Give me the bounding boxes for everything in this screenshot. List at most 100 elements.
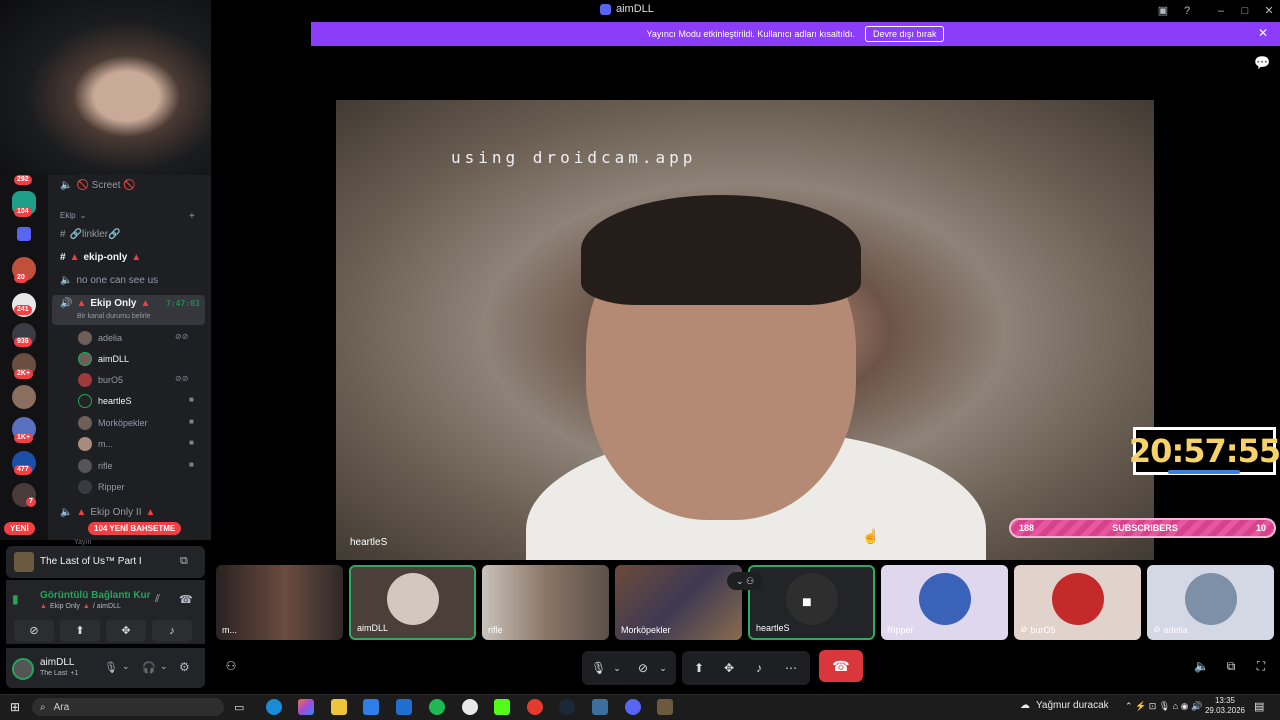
avatar[interactable] bbox=[12, 658, 34, 680]
chat-bubble-icon[interactable]: 💬 bbox=[1254, 55, 1270, 71]
video-overlay-text: using droidcam.app bbox=[451, 148, 697, 167]
activities-button[interactable]: ✥ bbox=[106, 620, 146, 642]
voice-user[interactable]: Morköpekler bbox=[78, 416, 148, 430]
chevron-down-icon[interactable]: ⌄ bbox=[656, 661, 670, 675]
system-tray-icons[interactable]: ⌃ ⚡ ⊡ 🎙 ⌂ ◉ 🔊 bbox=[1125, 701, 1202, 712]
participant-tile[interactable]: Morköpekler bbox=[615, 565, 742, 640]
microphone-icon[interactable]: 🎙 bbox=[104, 661, 118, 674]
participant-tile[interactable]: ⊘ burO5 bbox=[1014, 565, 1141, 640]
hand-cursor-icon: ☝ bbox=[862, 528, 880, 544]
participant-tile[interactable]: m... bbox=[216, 565, 343, 640]
microphone-icon[interactable]: 🎙 bbox=[591, 661, 606, 675]
soundboard-button[interactable]: ♪ bbox=[152, 620, 192, 642]
disable-streamer-mode-button[interactable]: Devre dışı bırak bbox=[864, 26, 945, 42]
voice-user[interactable]: Ripper bbox=[78, 480, 125, 494]
fullscreen-icon[interactable]: ⛶ bbox=[1254, 659, 1268, 673]
chevron-down-icon[interactable]: ⌄ bbox=[160, 661, 168, 672]
add-people-button[interactable]: ⌄ ⚇ bbox=[727, 572, 763, 590]
participant-tile[interactable]: Ripper bbox=[881, 565, 1008, 640]
participant-tile[interactable]: aimDLL bbox=[349, 565, 476, 640]
windows-start-icon[interactable]: ⊞ bbox=[10, 700, 20, 714]
volume-icon[interactable]: 🔈 bbox=[1194, 659, 1209, 673]
channel-status-hint[interactable]: Bir kanal durumu belirle bbox=[77, 313, 151, 320]
user-name[interactable]: aimDLL bbox=[40, 657, 74, 668]
new-unreads-pill[interactable]: YENİ bbox=[4, 522, 35, 535]
close-icon[interactable]: ✕ bbox=[1258, 26, 1268, 40]
participant-tile[interactable]: rifle bbox=[482, 565, 609, 640]
add-friend-icon[interactable]: ⚇ bbox=[224, 659, 238, 673]
participant-tile[interactable]: ■ heartleS bbox=[748, 565, 875, 640]
channel-linkler[interactable]: # 🔗linkler🔗 bbox=[60, 229, 121, 240]
file-explorer-icon[interactable] bbox=[331, 699, 347, 715]
focused-video-stream[interactable]: using droidcam.app heartleS bbox=[336, 100, 1154, 560]
camera-off-icon[interactable]: ⊘ bbox=[636, 661, 650, 675]
game-icon bbox=[14, 552, 34, 572]
chrome-icon[interactable] bbox=[527, 699, 543, 715]
clock-date[interactable]: 13:35 29.03.2026 bbox=[1200, 696, 1250, 716]
signal-icon[interactable]: ▮ bbox=[12, 592, 19, 606]
steam-icon[interactable] bbox=[559, 699, 575, 715]
kick-icon[interactable] bbox=[494, 699, 510, 715]
copilot-icon[interactable] bbox=[298, 699, 314, 715]
voice-user[interactable]: aimDLL bbox=[78, 352, 129, 366]
add-channel-icon[interactable]: + bbox=[189, 211, 195, 222]
disconnect-button[interactable]: ☎ bbox=[819, 650, 863, 682]
spotify-icon[interactable] bbox=[429, 699, 445, 715]
weather-widget[interactable]: ☁ Yağmur duracak bbox=[1020, 700, 1109, 711]
camera-off-button[interactable]: ⊘ bbox=[14, 620, 54, 642]
maximize-icon[interactable]: □ bbox=[1238, 4, 1252, 18]
task-view-icon[interactable]: ▭ bbox=[234, 701, 244, 714]
server-icon[interactable] bbox=[12, 385, 36, 409]
avatar bbox=[78, 437, 92, 451]
game-taskbar-icon[interactable] bbox=[657, 699, 673, 715]
channel-screet[interactable]: 🔈 🚫 Screet 🚫 bbox=[60, 180, 136, 191]
noise-suppression-icon[interactable]: ⫽ bbox=[155, 593, 160, 606]
share-group: ⬆ ✥ ♪ ⋯ bbox=[682, 651, 810, 685]
search-icon: ⌕ bbox=[40, 701, 46, 713]
soundboard-icon[interactable]: ♪ bbox=[752, 661, 766, 675]
mentions-pill[interactable]: 104 YENİ BAHSETME bbox=[88, 522, 182, 535]
screen-share-icon[interactable]: ⬆ bbox=[692, 661, 706, 675]
channel-ekip-only-text[interactable]: # ▲ ekip-only ▲ bbox=[60, 252, 141, 263]
voice-user[interactable]: burO5 bbox=[78, 373, 123, 387]
voice-user[interactable]: rifle bbox=[78, 459, 113, 473]
discord-icon[interactable] bbox=[625, 699, 641, 715]
server-badge: 2K+ bbox=[14, 369, 34, 379]
category-yayin[interactable]: Yayın bbox=[74, 539, 91, 546]
folder-icon[interactable] bbox=[17, 227, 31, 241]
server-badge: 1K+ bbox=[14, 433, 34, 443]
screen-share-button[interactable]: ⬆ bbox=[60, 620, 100, 642]
stream-game-icon[interactable]: ⧉ bbox=[180, 555, 188, 568]
voice-user[interactable]: adelia bbox=[78, 331, 122, 345]
warning-icon: ▲ bbox=[69, 252, 80, 263]
chevron-down-icon[interactable]: ⌄ bbox=[610, 661, 624, 675]
edge-icon[interactable] bbox=[266, 699, 282, 715]
headphones-icon[interactable]: 🎧 bbox=[142, 661, 156, 674]
app-icon[interactable] bbox=[592, 699, 608, 715]
help-icon[interactable]: ? bbox=[1180, 4, 1194, 18]
voice-status[interactable]: Görüntülü Bağlantı Kur bbox=[40, 590, 151, 601]
channel-ekip-only-2[interactable]: 🔈 ▲ Ekip Only II ▲ bbox=[60, 507, 155, 518]
activities-icon[interactable]: ✥ bbox=[722, 661, 736, 675]
voice-user[interactable]: m... bbox=[78, 437, 113, 451]
participant-tile[interactable]: ⊘ adelia bbox=[1147, 565, 1274, 640]
taskbar-search[interactable]: ⌕ Ara bbox=[32, 698, 224, 716]
store-icon[interactable] bbox=[363, 699, 379, 715]
channel-no-one-can-see-us[interactable]: 🔈 no one can see us bbox=[60, 275, 158, 286]
chevron-down-icon[interactable]: ⌄ bbox=[122, 661, 130, 672]
gear-icon[interactable]: ⚙ bbox=[179, 660, 190, 674]
category-ekip[interactable]: Ekip ⌄ bbox=[60, 211, 86, 220]
obs-icon[interactable] bbox=[462, 699, 478, 715]
minimize-icon[interactable]: – bbox=[1214, 4, 1228, 18]
disconnect-icon[interactable]: ☎ bbox=[179, 593, 193, 606]
more-icon[interactable]: ⋯ bbox=[784, 661, 798, 675]
close-window-icon[interactable]: ✕ bbox=[1262, 4, 1276, 18]
speaker-icon: 🔈 bbox=[60, 275, 73, 286]
voice-user[interactable]: heartleS bbox=[78, 394, 132, 408]
channel-ekip-only-voice[interactable]: 🔊 ▲ Ekip Only ▲ bbox=[60, 298, 150, 309]
inbox-icon[interactable]: ▣ bbox=[1156, 4, 1170, 18]
outlook-icon[interactable] bbox=[396, 699, 412, 715]
chevron-down-icon: ⌄ bbox=[79, 211, 87, 220]
notification-icon[interactable]: ▤ bbox=[1254, 700, 1264, 713]
popout-icon[interactable]: ⧉ bbox=[1224, 659, 1238, 673]
